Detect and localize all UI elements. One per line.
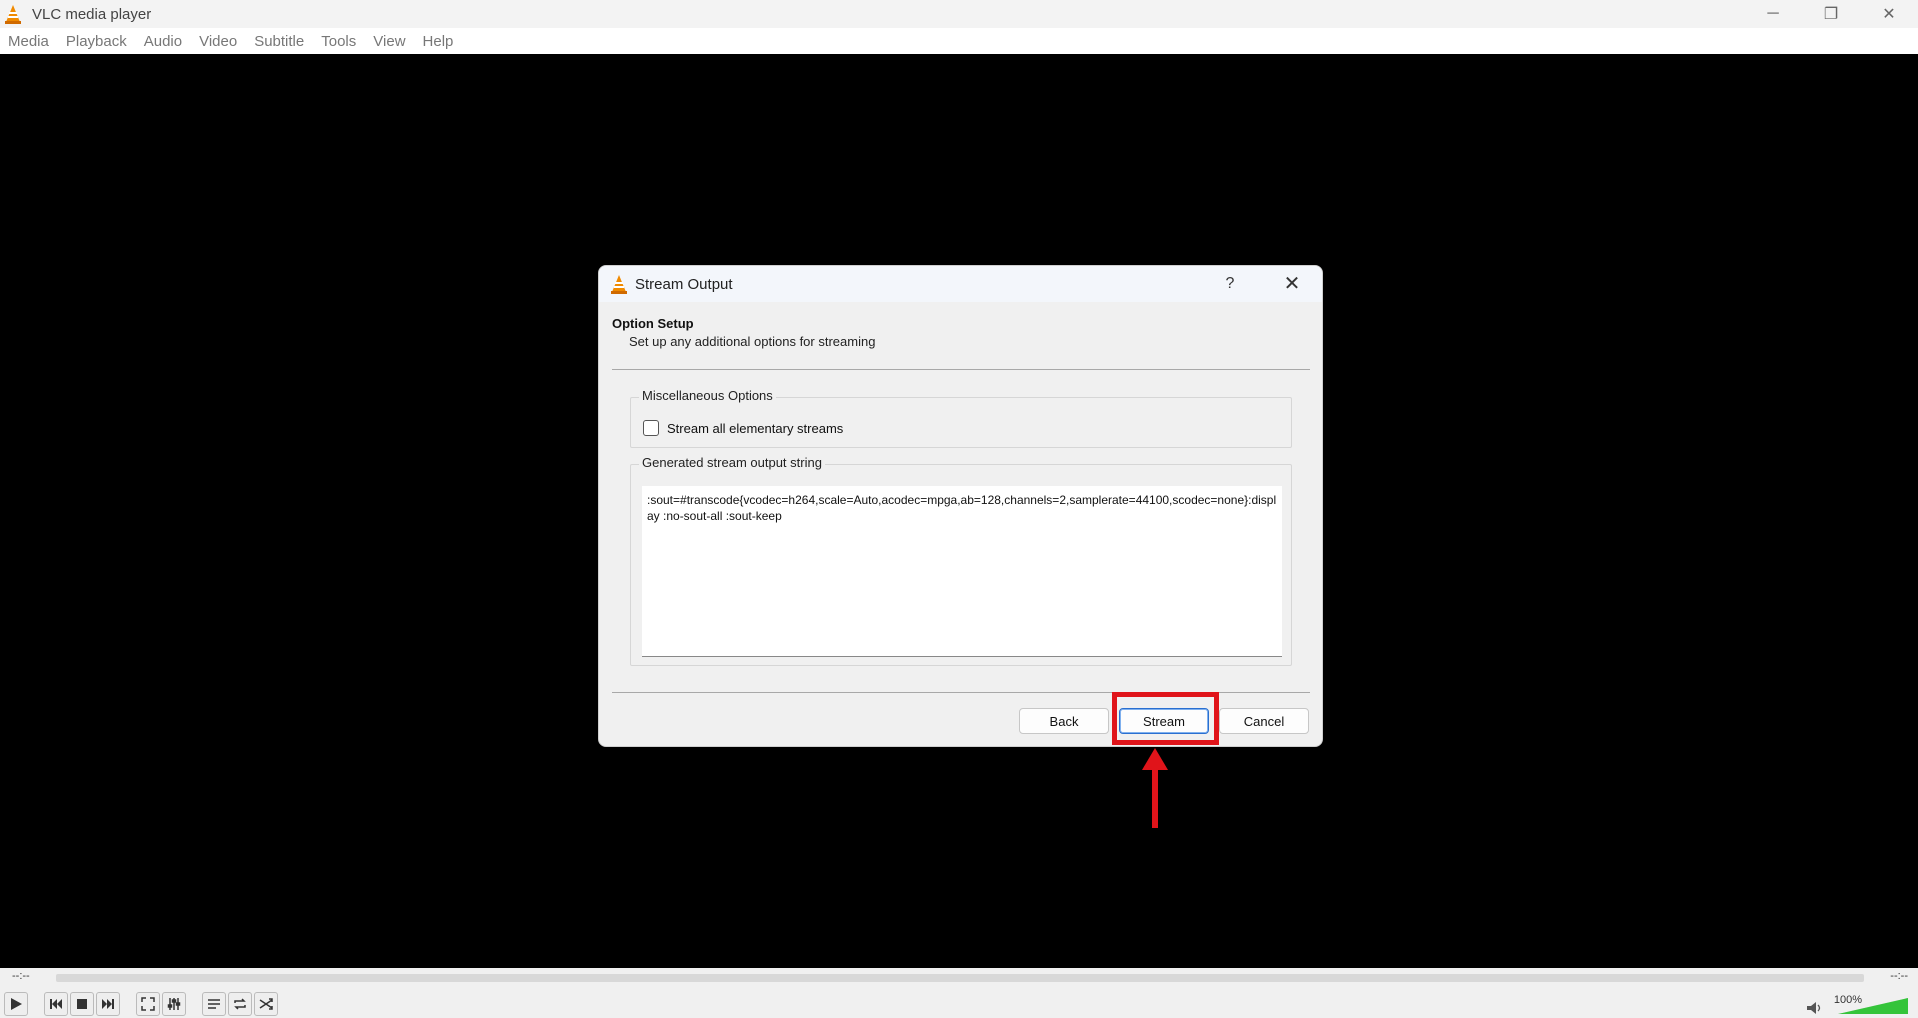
menu-playback[interactable]: Playback (66, 33, 127, 50)
checkbox-label: Stream all elementary streams (667, 420, 844, 436)
play-button[interactable] (4, 992, 28, 1016)
minimize-button[interactable]: ─ (1744, 0, 1802, 28)
window-title: VLC media player (32, 5, 152, 23)
page-title: Option Setup (612, 316, 694, 331)
volume-slider[interactable] (1838, 998, 1908, 1014)
window-controls: ─ ❐ ✕ (1744, 0, 1918, 28)
menu-audio[interactable]: Audio (144, 33, 182, 50)
annotation-arrow-icon (1142, 748, 1168, 828)
stream-output-dialog: Stream Output ? ✕ Option Setup Set up an… (598, 265, 1323, 747)
menu-tools[interactable]: Tools (321, 33, 356, 50)
playlist-icon (208, 999, 220, 1009)
group-legend: Miscellaneous Options (639, 388, 776, 403)
vlc-cone-icon (5, 5, 21, 24)
stop-icon (77, 999, 87, 1009)
cancel-button[interactable]: Cancel (1219, 708, 1309, 734)
page-header: Option Setup Set up any additional optio… (612, 316, 875, 349)
previous-button[interactable] (44, 992, 68, 1016)
restore-button[interactable]: ❐ (1802, 0, 1860, 28)
menu-view[interactable]: View (373, 33, 405, 50)
annotation-highlight (1112, 692, 1219, 745)
menu-help[interactable]: Help (423, 33, 454, 50)
stop-button[interactable] (70, 992, 94, 1016)
elapsed-time: --:-- (12, 970, 30, 982)
back-button[interactable]: Back (1019, 708, 1109, 734)
playlist-button[interactable] (202, 992, 226, 1016)
loop-button[interactable] (228, 992, 252, 1016)
control-buttons (4, 992, 280, 1016)
help-button[interactable]: ? (1218, 272, 1242, 296)
dialog-title: Stream Output (635, 275, 733, 293)
equalizer-icon (167, 998, 181, 1010)
window-titlebar: VLC media player ─ ❐ ✕ (0, 0, 1918, 28)
loop-icon (234, 998, 246, 1010)
player-controls: --:-- --:-- 100% (0, 968, 1918, 1018)
misc-options-group: Miscellaneous Options Stream all element… (630, 388, 1292, 448)
stream-all-checkbox[interactable] (643, 420, 659, 436)
close-window-button[interactable]: ✕ (1860, 0, 1918, 28)
divider (612, 369, 1310, 370)
group-legend: Generated stream output string (639, 455, 825, 470)
output-string-group: Generated stream output string :sout=#tr… (630, 455, 1292, 666)
seek-bar[interactable] (56, 974, 1864, 982)
page-subtitle: Set up any additional options for stream… (629, 334, 876, 349)
extended-settings-button[interactable] (162, 992, 186, 1016)
vlc-cone-icon (611, 275, 627, 294)
fullscreen-button[interactable] (136, 992, 160, 1016)
stream-all-checkbox-row[interactable]: Stream all elementary streams (643, 420, 843, 436)
volume-icon[interactable] (1806, 1001, 1824, 1015)
menu-media[interactable]: Media (8, 33, 49, 50)
next-button[interactable] (96, 992, 120, 1016)
dialog-close-button[interactable]: ✕ (1280, 272, 1304, 296)
dialog-titlebar: Stream Output ? ✕ (599, 266, 1322, 302)
skip-back-icon (50, 999, 62, 1009)
fullscreen-icon (141, 997, 155, 1011)
total-time: --:-- (1890, 970, 1908, 982)
shuffle-button[interactable] (254, 992, 278, 1016)
menu-subtitle[interactable]: Subtitle (254, 33, 304, 50)
menu-bar: Media Playback Audio Video Subtitle Tool… (0, 28, 1918, 54)
play-icon (11, 998, 22, 1010)
menu-video[interactable]: Video (199, 33, 237, 50)
skip-forward-icon (102, 999, 114, 1009)
stream-output-string[interactable]: :sout=#transcode{vcodec=h264,scale=Auto,… (642, 486, 1282, 657)
shuffle-icon (259, 998, 273, 1010)
